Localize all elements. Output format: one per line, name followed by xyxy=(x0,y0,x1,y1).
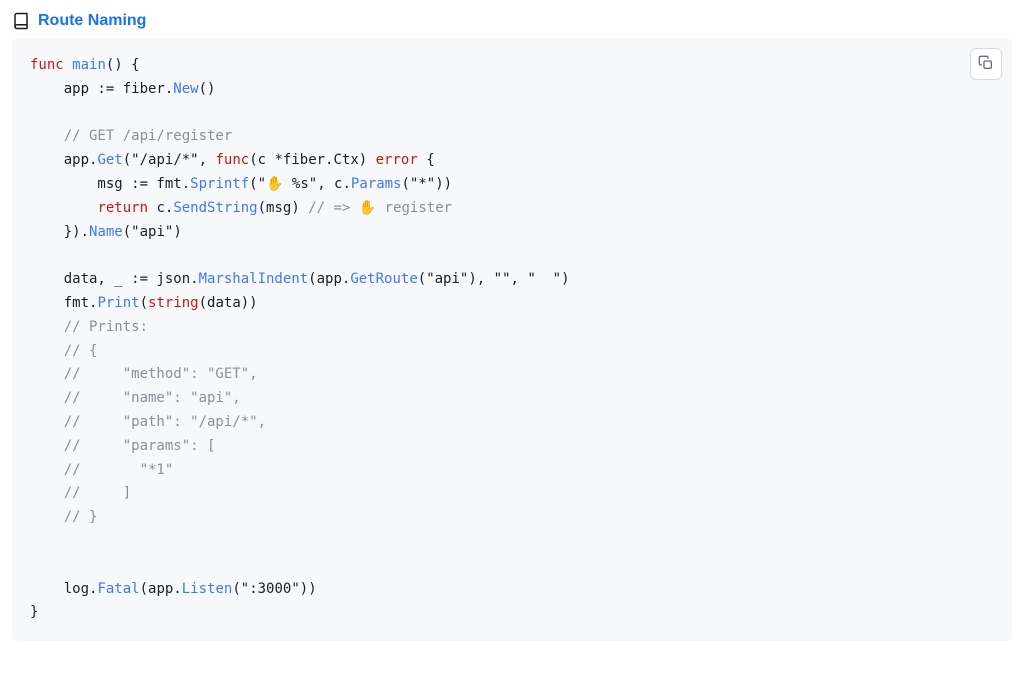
copy-button[interactable] xyxy=(970,48,1002,80)
code-content: func main() { app := fiber.New() // GET … xyxy=(30,54,994,625)
copy-icon xyxy=(978,55,994,74)
book-icon xyxy=(12,12,30,30)
heading-row: Route Naming xyxy=(12,12,1012,30)
route-naming-link[interactable]: Route Naming xyxy=(38,12,146,30)
code-block: func main() { app := fiber.New() // GET … xyxy=(12,38,1012,641)
